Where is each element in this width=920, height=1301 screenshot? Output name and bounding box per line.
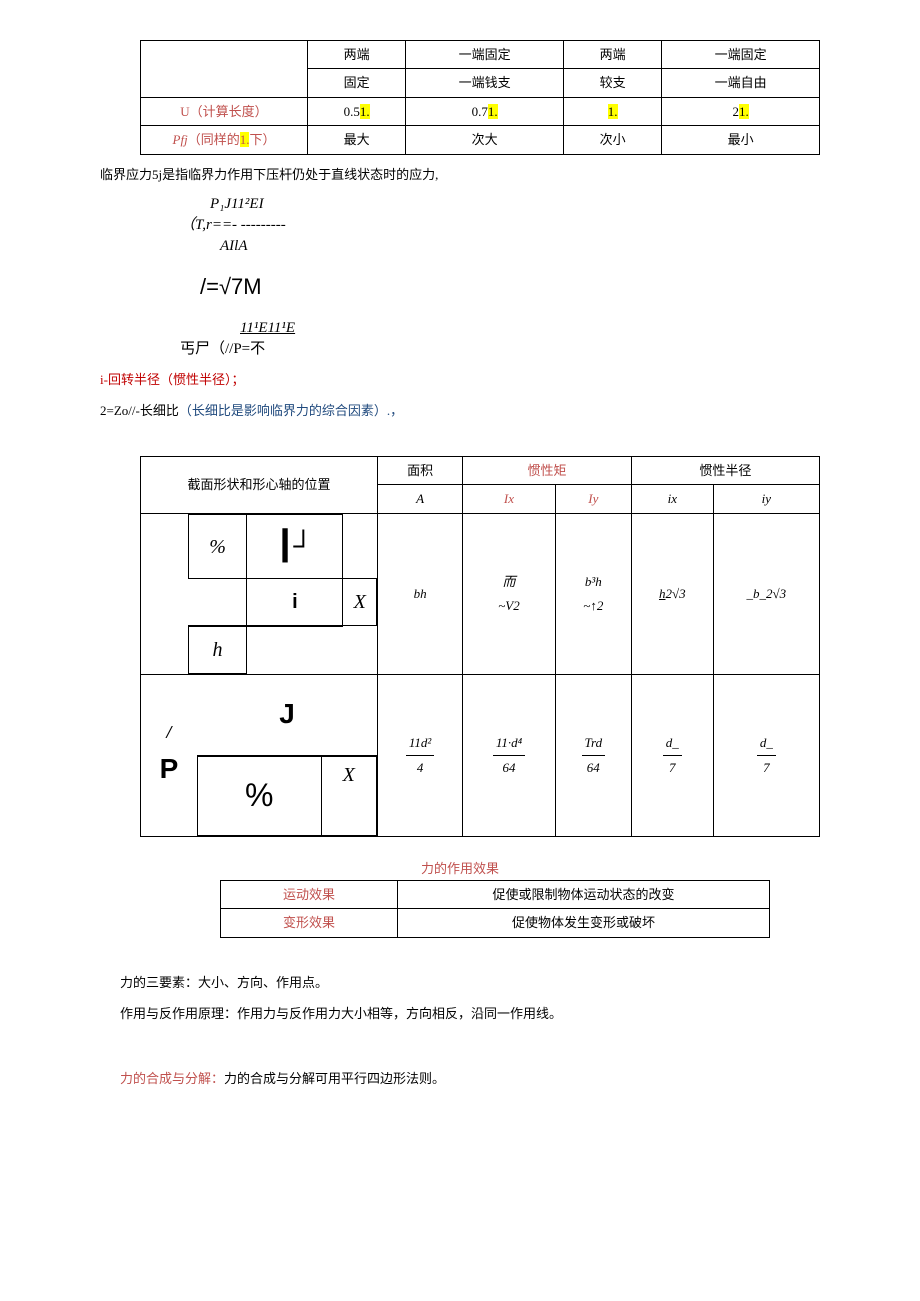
t1-sh1: 固定: [308, 69, 406, 97]
diagram-circle-p: / P: [141, 674, 198, 836]
force-composition: 力的合成与分解：力的合成与分解可用平行四边形法则。: [120, 1067, 820, 1090]
t1-h1: 两端: [308, 41, 406, 69]
t1-sh4: 一端自由: [662, 69, 820, 97]
slenderness-text: 2=Zo//-长细比（长细比是影响临界力的综合因素）.，: [100, 399, 820, 422]
t1-sh2: 一端钱支: [406, 69, 564, 97]
table-length-coefficients: 两端 一端固定 两端 一端固定 固定 一端钱支 较支 一端自由 U（计算长度） …: [140, 40, 820, 155]
t1-h4: 一端固定: [662, 41, 820, 69]
action-reaction: 作用与反作用原理：作用力与反作用力大小相等，方向相反，沿同一作用线。: [120, 1002, 820, 1025]
table-cross-sections: 截面形状和形心轴的位置 面积 惯性矩 惯性半径 A Ix Iy ix iy ┃┘…: [140, 456, 820, 837]
t1-r2-label: Pfj（同样的1.下）: [141, 126, 308, 154]
t1-sh3: 较支: [563, 69, 661, 97]
section-force-effects: 力的作用效果: [100, 857, 820, 880]
diagram-circle: J: [197, 674, 378, 755]
table-force-effects: 运动效果 促使或限制物体运动状态的改变 变形效果 促使物体发生变形或破坏: [220, 880, 770, 938]
radius-gyration-text: i-回转半径（惯性半径）；: [100, 368, 820, 391]
t1-h2: 一端固定: [406, 41, 564, 69]
formula-1: P₁J11²EI （T,r==- --------- AIlA: [180, 194, 820, 257]
critical-stress-text: 临界应力5j是指临界力作用下压杆仍处于直线状态时的应力,: [100, 163, 820, 186]
formula-3: 11¹E11¹E 丐尸（//P=不: [180, 318, 820, 360]
force-three-elements: 力的三要素：大小、方向、作用点。: [120, 971, 820, 994]
formula-2: /=√7M: [200, 272, 820, 303]
diagram-rect: ┃┘ % iX h: [141, 513, 378, 674]
t1-h3: 两端: [563, 41, 661, 69]
t1-r1-label: U（计算长度）: [141, 97, 308, 125]
